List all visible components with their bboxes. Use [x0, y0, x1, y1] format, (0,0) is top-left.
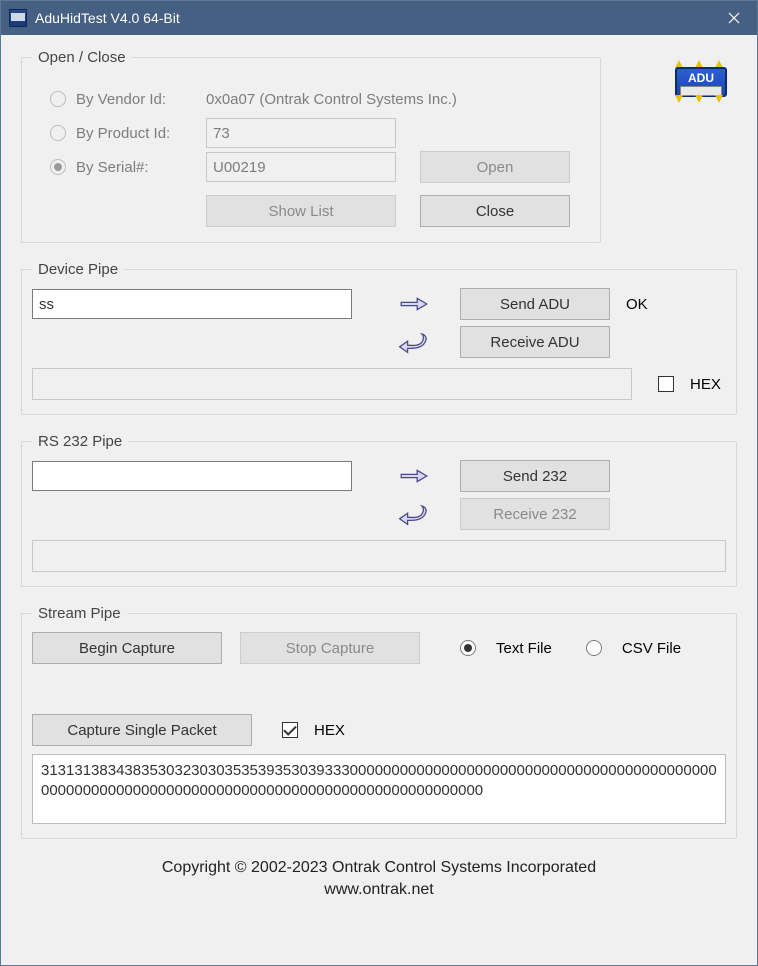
send-232-button[interactable]: Send 232: [460, 460, 610, 492]
receive-adu-button[interactable]: Receive ADU: [460, 326, 610, 358]
by-product-radio: [50, 125, 66, 141]
product-id-input: [206, 118, 396, 148]
capture-single-packet-button[interactable]: Capture Single Packet: [32, 714, 252, 746]
stream-pipe-legend: Stream Pipe: [32, 605, 127, 622]
app-icon: [9, 9, 27, 27]
by-product-label: By Product Id:: [76, 125, 206, 142]
rs232-pipe-legend: RS 232 Pipe: [32, 433, 128, 450]
titlebar: AduHidTest V4.0 64-Bit: [1, 1, 757, 35]
receive-232-button[interactable]: Receive 232: [460, 498, 610, 530]
close-button[interactable]: Close: [420, 195, 570, 227]
rs232-receive-output: [32, 540, 726, 572]
send-adu-status: OK: [626, 296, 648, 313]
footer: Copyright © 2002-2023 Ontrak Control Sys…: [21, 857, 737, 901]
csv-file-radio[interactable]: [586, 640, 602, 656]
rs232-pipe-group: RS 232 Pipe Send 232 Receive 232: [21, 433, 737, 587]
stream-pipe-group: Stream Pipe Begin Capture Stop Capture T…: [21, 605, 737, 839]
client-area: Open / Close By Vendor Id: 0x0a07 (Ontra…: [1, 35, 757, 965]
open-close-group: Open / Close By Vendor Id: 0x0a07 (Ontra…: [21, 49, 601, 243]
stream-hex-label: HEX: [314, 722, 345, 739]
copyright-text: Copyright © 2002-2023 Ontrak Control Sys…: [21, 857, 737, 879]
adu-chip-text: ADU: [677, 69, 725, 86]
open-close-legend: Open / Close: [32, 49, 132, 66]
open-button[interactable]: Open: [420, 151, 570, 183]
serial-input: [206, 152, 396, 182]
show-list-button[interactable]: Show List: [206, 195, 396, 227]
stop-capture-button[interactable]: Stop Capture: [240, 632, 420, 664]
window-title: AduHidTest V4.0 64-Bit: [35, 10, 711, 26]
by-serial-label: By Serial#:: [76, 159, 206, 176]
website-text: www.ontrak.net: [21, 879, 737, 901]
by-serial-radio: [50, 159, 66, 175]
text-file-label: Text File: [496, 640, 552, 657]
capture-output: 3131313834383530323030353539353039333000…: [32, 754, 726, 824]
csv-file-label: CSV File: [622, 640, 681, 657]
app-window: AduHidTest V4.0 64-Bit Open / Close By V…: [0, 0, 758, 966]
arrow-curve-down-icon: [396, 329, 432, 355]
begin-capture-button[interactable]: Begin Capture: [32, 632, 222, 664]
device-hex-label: HEX: [690, 376, 721, 393]
rs232-send-input[interactable]: [32, 461, 352, 491]
window-close-button[interactable]: [711, 1, 757, 35]
device-hex-checkbox[interactable]: [658, 376, 674, 392]
vendor-id-text: 0x0a07 (Ontrak Control Systems Inc.): [206, 91, 457, 108]
by-vendor-radio: [50, 91, 66, 107]
arrow-curve-down-icon: [396, 501, 432, 527]
device-pipe-group: Device Pipe Send ADU OK Receive ADU: [21, 261, 737, 415]
send-adu-button[interactable]: Send ADU: [460, 288, 610, 320]
device-send-input[interactable]: [32, 289, 352, 319]
device-pipe-legend: Device Pipe: [32, 261, 124, 278]
stream-hex-checkbox[interactable]: [282, 722, 298, 738]
arrow-right-icon: [396, 291, 432, 317]
device-receive-output: [32, 368, 632, 400]
text-file-radio[interactable]: [460, 640, 476, 656]
adu-logo: ADU: [669, 57, 733, 105]
by-vendor-label: By Vendor Id:: [76, 91, 206, 108]
arrow-right-icon: [396, 463, 432, 489]
